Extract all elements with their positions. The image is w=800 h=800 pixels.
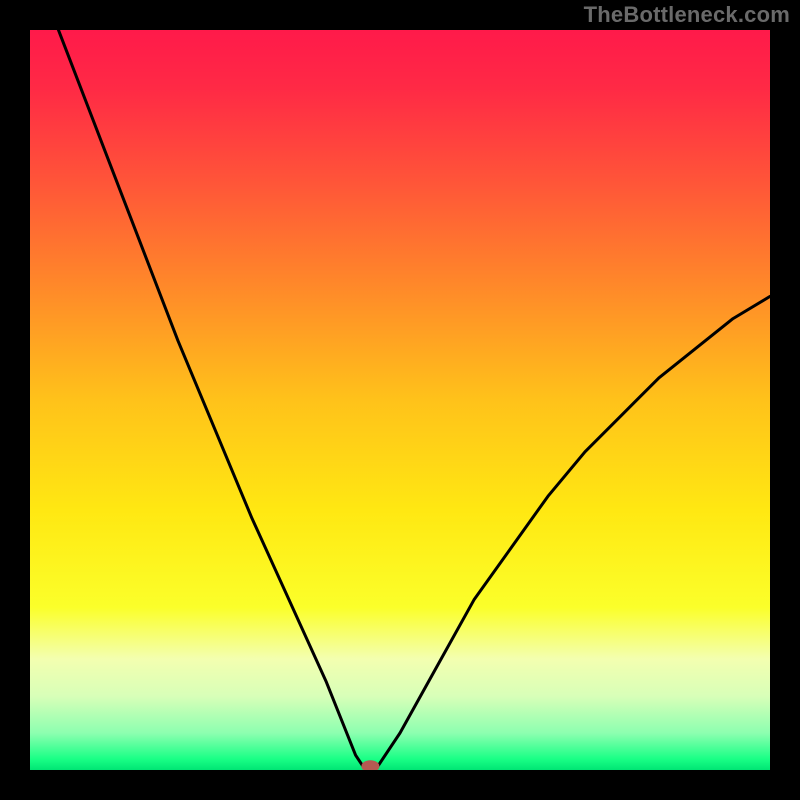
bottleneck-chart [30, 30, 770, 770]
watermark-text: TheBottleneck.com [584, 2, 790, 28]
chart-container: TheBottleneck.com [0, 0, 800, 800]
gradient-background [30, 30, 770, 770]
